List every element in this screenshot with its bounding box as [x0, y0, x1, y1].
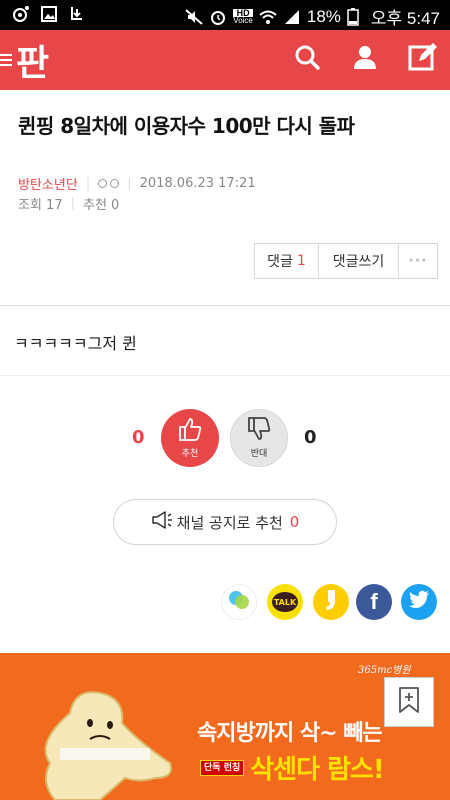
upvote-label: 추천 [181, 449, 199, 459]
downvote-label: 반대 [250, 449, 268, 459]
voice-label: Voice [233, 15, 253, 25]
ad-subline: 단독 런칭 삭센다 람스! [200, 749, 385, 786]
status-bar: HD Voice 18% 오후 5:47 [0, 0, 450, 30]
view-count: 조회 17 [18, 198, 63, 213]
downvote-button[interactable]: 반대 [230, 409, 288, 467]
ad-brand: 365mc병원 [358, 665, 411, 676]
thumbs-up-icon [177, 417, 203, 445]
alarm-icon [209, 8, 227, 26]
comments-button[interactable]: 댓글 1 [255, 244, 319, 278]
article-meta: 방탄소년단 | | 2018.06.23 17:21 [18, 174, 256, 193]
channel-notice-label: 채널 공지로 추천 [176, 513, 283, 532]
channel-notice-count: 0 [289, 513, 300, 531]
battery-icon [347, 7, 365, 26]
write-button[interactable] [406, 42, 440, 76]
kakaostory-icon [322, 588, 340, 616]
gallery-icon [40, 5, 58, 23]
divider: | [127, 176, 132, 191]
record-icon [12, 5, 30, 23]
bookmark-add-icon [397, 686, 421, 718]
ad-product: 삭센다 람스! [250, 755, 385, 785]
channel-notice-recommend-button[interactable]: 채널 공지로 추천 0 [113, 499, 337, 545]
mute-icon [185, 8, 203, 26]
signal-icon [283, 8, 301, 26]
upvote-count: 0 [132, 427, 145, 448]
author-name[interactable]: 방탄소년단 [18, 174, 78, 193]
share-facebook-button[interactable]: f [356, 584, 392, 620]
upvote-button[interactable]: 추천 [161, 409, 219, 467]
share-kakaostory-button[interactable] [313, 584, 349, 620]
search-button[interactable] [290, 42, 324, 76]
article-body: ㅋㅋㅋㅋㅋ그저 퀸 [14, 334, 137, 353]
more-options-button[interactable]: ··· [399, 244, 437, 278]
divider [0, 305, 450, 306]
megaphone-icon [151, 511, 173, 533]
divider [0, 375, 450, 376]
write-comment-button[interactable]: 댓글쓰기 [319, 244, 399, 278]
share-kakaotalk-button[interactable]: TALK [267, 584, 303, 620]
ad-banner[interactable]: 365mc병원 속지방까지 삭~ 빼는 단독 런칭 삭센다 람스! [0, 653, 450, 800]
search-icon [293, 43, 321, 75]
mascot-illustration [30, 683, 180, 800]
ad-headline: 속지방까지 삭~ 빼는 [197, 721, 383, 746]
comment-toolbar: 댓글 1 댓글쓰기 ··· [254, 243, 438, 279]
clock: 오후 5:47 [370, 9, 440, 28]
downvote-count: 0 [304, 427, 317, 448]
app-bar: 판 [0, 30, 450, 90]
recommend-count: 추천 0 [83, 198, 120, 213]
kakaotalk-icon: TALK [272, 592, 298, 612]
thumbs-down-icon [246, 417, 272, 445]
divider: | [70, 196, 75, 211]
facebook-icon: f [370, 589, 378, 614]
hd-voice-indicator: HD Voice [233, 8, 253, 25]
menu-icon [0, 54, 14, 66]
share-band-button[interactable] [221, 584, 257, 620]
share-twitter-button[interactable] [401, 584, 437, 620]
logo: 판 [16, 43, 49, 84]
user-icon [351, 43, 379, 75]
article-stats: 조회 17 | 추천 0 [18, 194, 119, 213]
download-icon [68, 5, 86, 23]
compose-icon [408, 42, 438, 76]
divider: | [85, 176, 91, 191]
twitter-icon [408, 590, 430, 614]
comments-label: 댓글 [267, 254, 293, 270]
comments-count: 1 [296, 253, 306, 269]
article-title: 퀸핑 8일차에 이용자수 100만 다시 돌파 [18, 114, 355, 138]
author-badge-icon [98, 179, 120, 188]
bookmark-button[interactable] [384, 677, 434, 727]
menu-logo-button[interactable]: 판 [0, 36, 49, 84]
battery-percent: 18% [306, 6, 341, 26]
post-datetime: 2018.06.23 17:21 [139, 176, 256, 191]
profile-button[interactable] [348, 42, 382, 76]
ad-badge: 단독 런칭 [200, 759, 245, 776]
band-icon [226, 587, 252, 617]
wifi-icon [259, 8, 277, 26]
